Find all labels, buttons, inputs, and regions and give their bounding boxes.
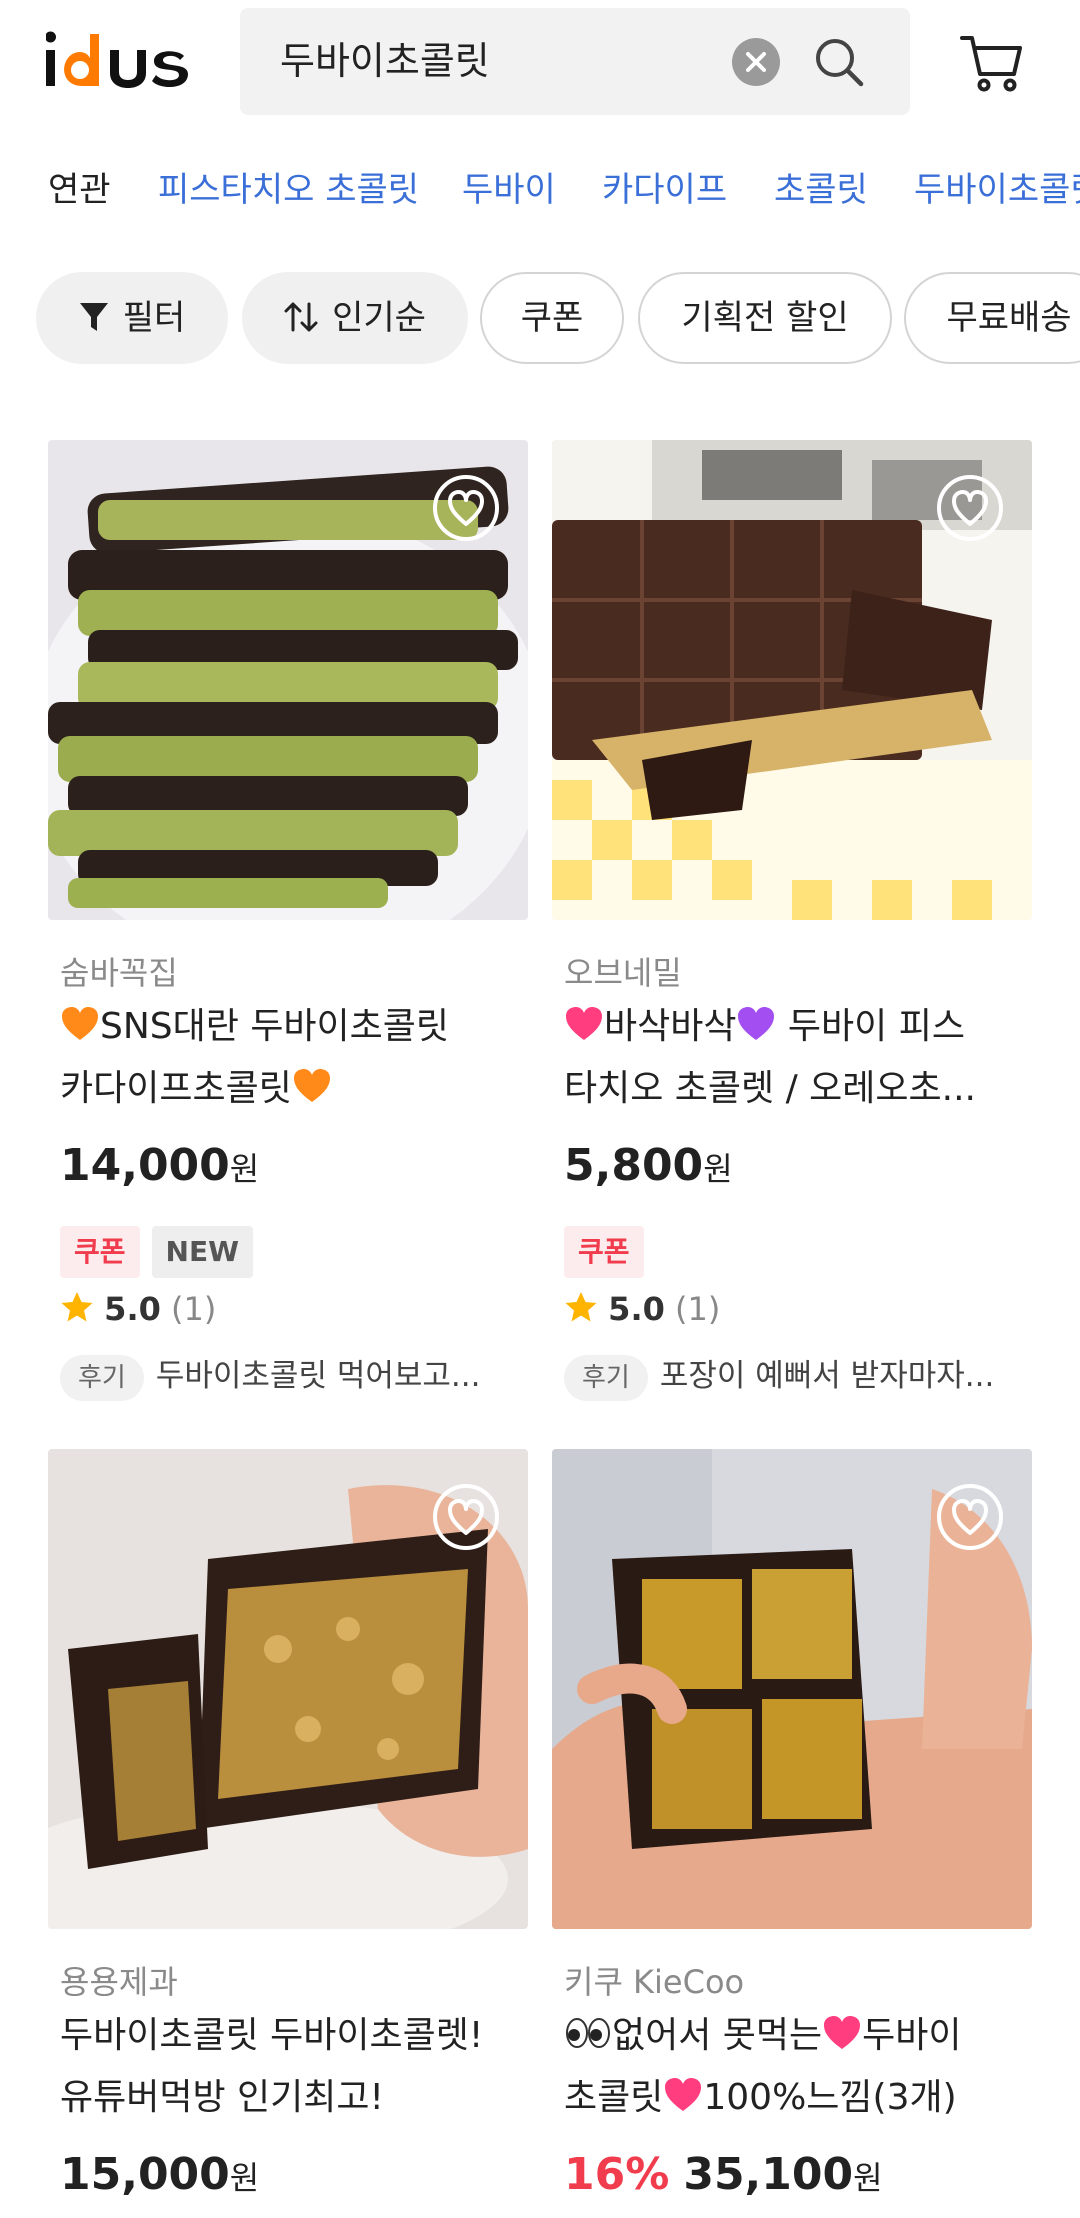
rating: 5.0 (1) [564,1290,720,1328]
product-price: 15,000원 [60,2149,260,2200]
orange-heart-icon [293,1069,330,1102]
filter-button[interactable]: 필터 [36,272,228,364]
promo-discount-chip[interactable]: 기획전 할인 [638,272,892,364]
pink-heart-icon [566,1007,602,1040]
review-snippet[interactable]: 후기 두바이초콜릿 먹어보고... [60,1350,530,1401]
star-icon [61,1292,93,1322]
sort-button[interactable]: 인기순 [242,272,468,364]
orange-heart-icon [62,1007,98,1040]
product-image[interactable] [48,440,528,920]
product-card[interactable]: 숨바꼭집 SNS대란 두바이초콜릿 카다이프초콜릿 14,000원 쿠폰 NEW … [48,440,528,1420]
product-price: 14,000원 [60,1140,260,1191]
product-title[interactable]: 바삭바삭 두바이 피스 타치오 초콜렛 / 오레오초... [564,996,1034,1120]
discount-rate: 16% [564,2149,670,2200]
heart-icon[interactable] [432,1483,500,1551]
review-snippet[interactable]: 후기 포장이 예뻐서 받자마자... [564,1350,1034,1401]
search-icon[interactable] [813,36,865,88]
product-price: 5,800원 [564,1140,733,1191]
clear-icon[interactable] [732,38,780,86]
product-price: 16% 35,100원 [564,2149,883,2200]
badges: 쿠폰 [564,1226,656,1278]
idus-logo[interactable] [46,28,206,100]
rating: 5.0 (1) [60,1290,216,1328]
search-input[interactable]: 두바이초콜릿 [280,8,490,115]
related-keyword[interactable]: 피스타치오 초콜릿 [158,160,419,220]
cart-icon[interactable] [960,30,1024,94]
related-keywords: 연관 피스타치오 초콜릿 두바이 카다이프 초콜릿 두바이초콜릿 [0,160,1080,220]
search-bar[interactable]: 두바이초콜릿 [240,8,910,115]
pink-heart-icon [665,2078,702,2111]
product-card[interactable]: 오브네밀 바삭바삭 두바이 피스 타치오 초콜렛 / 오레오초... 5,800… [552,440,1032,1420]
product-image[interactable] [48,1449,528,1929]
product-card[interactable]: 키쿠 KieCoo 없어서 못먹는 두바이 초콜릿 100%느낌(3개) 16% 35… [552,1449,1032,2218]
seller-name[interactable]: 키쿠 KieCoo [564,1957,744,2003]
heart-icon[interactable] [936,1483,1004,1551]
related-keyword[interactable]: 두바이초콜릿 [914,160,1080,220]
review-tag: 후기 [564,1354,648,1401]
filter-chips: 필터 인기순 쿠폰 기획전 할인 무료배송 [0,272,1080,368]
product-card[interactable]: 용용제과 두바이초콜릿 두바이초콜렛! 유튜버먹방 인기최고! 15,000원 [48,1449,528,2218]
related-label: 연관 [48,170,111,210]
product-title[interactable]: 두바이초콜릿 두바이초콜렛! 유튜버먹방 인기최고! [60,2005,530,2129]
free-shipping-chip[interactable]: 무료배송 [904,272,1080,364]
seller-name[interactable]: 숨바꼭집 [60,948,178,994]
product-image[interactable] [552,440,1032,920]
seller-name[interactable]: 용용제과 [60,1957,178,2003]
eyes-icon [566,2018,610,2048]
related-keyword[interactable]: 카다이프 [602,160,727,220]
badges: 쿠폰 NEW [60,1226,265,1278]
coupon-badge: 쿠폰 [564,1226,644,1278]
star-icon [565,1292,597,1322]
pink-heart-icon [824,2016,861,2049]
product-title[interactable]: 없어서 못먹는 두바이 초콜릿 100%느낌(3개) [564,2005,1034,2129]
new-badge: NEW [151,1226,253,1278]
product-title[interactable]: SNS대란 두바이초콜릿 카다이프초콜릿 [60,996,530,1120]
heart-icon[interactable] [432,474,500,542]
purple-heart-icon [738,1007,775,1040]
related-keyword[interactable]: 초콜릿 [774,160,868,220]
heart-icon[interactable] [936,474,1004,542]
header: 두바이초콜릿 [0,0,1080,130]
product-image[interactable] [552,1449,1032,1929]
funnel-icon [79,302,108,331]
coupon-chip[interactable]: 쿠폰 [480,272,624,364]
seller-name[interactable]: 오브네밀 [564,948,682,994]
coupon-badge: 쿠폰 [60,1226,140,1278]
related-keyword[interactable]: 두바이 [462,160,556,220]
review-tag: 후기 [60,1354,144,1401]
sort-arrows-icon [284,302,318,331]
